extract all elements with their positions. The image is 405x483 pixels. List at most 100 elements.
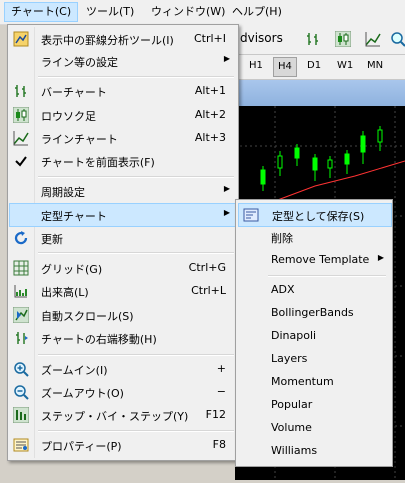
menu-separator <box>38 430 234 432</box>
save-template-icon <box>243 208 259 222</box>
period-w1[interactable]: W1 <box>333 57 357 75</box>
menu-item-line-settings[interactable]: ライン等の設定 ▶ <box>10 50 236 72</box>
toolbar: dvisors <box>235 24 405 55</box>
submenu-item-volume[interactable]: Volume <box>238 417 390 439</box>
shortcut-label: + <box>216 362 226 375</box>
submenu-item-williams[interactable]: Williams <box>238 440 390 462</box>
period-d1[interactable]: D1 <box>303 57 325 75</box>
submenu-item-dinapoli[interactable]: Dinapoli <box>238 325 390 347</box>
menu-separator <box>38 76 234 78</box>
zoom-in-icon[interactable] <box>390 31 405 47</box>
menu-item-bar-chart[interactable]: バーチャート Alt+1 <box>10 80 236 102</box>
menu-item-label: 出来高(L) <box>41 286 89 299</box>
menu-item-step-by-step[interactable]: ステップ・バイ・ステップ(Y) F12 <box>10 404 236 426</box>
menu-item-label: Williams <box>271 444 318 457</box>
menu-item-line-chart[interactable]: ラインチャート Alt+3 <box>10 127 236 149</box>
menu-item-label: Momentum <box>271 375 334 388</box>
menu-item-label: ライン等の設定 <box>41 56 118 69</box>
menu-item-label: 削除 <box>271 232 293 245</box>
expert-advisors-button[interactable]: dvisors <box>240 31 283 45</box>
submenu-item-bollinger-bands[interactable]: BollingerBands <box>238 302 390 324</box>
menu-item-label: 定型チャート <box>41 210 107 223</box>
menu-window[interactable]: ウィンドウ(W) <box>145 3 231 21</box>
menu-item-label: バーチャート <box>41 86 107 99</box>
submenu-item-popular[interactable]: Popular <box>238 394 390 416</box>
step-icon <box>13 407 29 423</box>
candlestick-icon[interactable] <box>335 31 351 47</box>
menu-item-label: ADX <box>271 283 295 296</box>
menu-item-label: 更新 <box>41 233 63 246</box>
chart-window-titlebar <box>235 80 405 107</box>
menu-item-periodicity[interactable]: 周期設定 ▶ <box>10 180 236 202</box>
submenu-item-momentum[interactable]: Momentum <box>238 371 390 393</box>
shortcut-label: Alt+2 <box>194 108 226 121</box>
menu-separator <box>38 176 234 178</box>
submenu-item-remove-template[interactable]: Remove Template ▶ <box>238 249 390 271</box>
refresh-icon <box>14 231 28 245</box>
zoom-out-icon <box>14 385 29 400</box>
menu-item-grid[interactable]: グリッド(G) Ctrl+G <box>10 257 236 279</box>
menu-item-label: チャートの右端移動(H) <box>41 333 157 346</box>
menu-item-chart-shift[interactable]: チャートの右端移動(H) <box>10 327 236 349</box>
menu-item-auto-scroll[interactable]: 自動スクロール(S) <box>10 304 236 326</box>
menu-item-objects-list[interactable]: 表示中の罫線分析ツール(I) Ctrl+I <box>10 28 236 50</box>
shortcut-label: Alt+1 <box>194 84 226 97</box>
candlestick-icon <box>13 107 29 123</box>
menu-item-label: チャートを前面表示(F) <box>41 156 155 169</box>
menu-item-label: プロパティー(P) <box>41 440 122 453</box>
auto-scroll-icon <box>13 307 29 323</box>
menu-chart[interactable]: チャート(C) <box>4 2 79 22</box>
template-submenu: 定型として保存(S) 削除 Remove Template ▶ ADX Boll… <box>235 199 393 467</box>
shortcut-label: Ctrl+L <box>191 284 226 297</box>
bar-chart-icon <box>15 85 26 97</box>
period-mn[interactable]: MN <box>363 57 387 75</box>
submenu-item-adx[interactable]: ADX <box>238 279 390 301</box>
menu-item-label: Remove Template <box>271 253 370 266</box>
shortcut-label: F12 <box>205 408 226 421</box>
volume-icon <box>14 285 27 298</box>
line-chart-icon[interactable] <box>365 31 381 47</box>
grid-icon <box>13 260 29 276</box>
period-h4[interactable]: H4 <box>273 57 297 77</box>
chart-shift-icon <box>16 332 28 344</box>
menu-help[interactable]: ヘルプ(H) <box>226 3 288 21</box>
properties-icon <box>13 438 29 452</box>
menu-item-label: ロウソク足 <box>41 110 96 123</box>
period-h1[interactable]: H1 <box>245 57 267 75</box>
chart-menu-dropdown: 表示中の罫線分析ツール(I) Ctrl+I ライン等の設定 ▶ バーチャート A… <box>7 24 239 461</box>
menu-item-label: ステップ・バイ・ステップ(Y) <box>41 410 189 423</box>
menu-item-label: 自動スクロール(S) <box>41 310 134 323</box>
menu-item-label: Popular <box>271 398 313 411</box>
menu-item-label: ズームイン(I) <box>41 364 108 377</box>
menu-item-label: 定型として保存(S) <box>272 210 365 223</box>
submenu-item-save-template[interactable]: 定型として保存(S) <box>238 203 392 227</box>
shortcut-label: − <box>216 385 226 398</box>
menu-item-label: グリッド(G) <box>41 263 103 276</box>
menu-item-label: Volume <box>271 421 312 434</box>
submenu-item-delete[interactable]: 削除 <box>238 226 390 248</box>
submenu-item-layers[interactable]: Layers <box>238 348 390 370</box>
shortcut-label: Alt+3 <box>194 131 226 144</box>
menu-item-template[interactable]: 定型チャート ▶ <box>9 203 237 227</box>
checkmark-icon <box>15 156 27 167</box>
menu-item-candlestick[interactable]: ロウソク足 Alt+2 <box>10 104 236 126</box>
submenu-arrow-icon: ▶ <box>223 184 230 193</box>
menu-item-volumes[interactable]: 出来高(L) Ctrl+L <box>10 280 236 302</box>
menu-item-properties[interactable]: プロパティー(P) F8 <box>10 434 236 456</box>
objects-list-icon <box>13 31 29 47</box>
menu-item-label: 表示中の罫線分析ツール(I) <box>41 34 174 47</box>
line-chart-icon <box>13 131 29 146</box>
menu-item-zoom-in[interactable]: ズームイン(I) + <box>10 358 236 380</box>
shortcut-label: Ctrl+I <box>193 32 226 45</box>
menu-item-label: 周期設定 <box>41 186 85 199</box>
menu-item-label: ラインチャート <box>41 133 118 146</box>
submenu-arrow-icon: ▶ <box>223 208 230 217</box>
menu-item-refresh[interactable]: 更新 <box>10 227 236 249</box>
menu-item-chart-foreground[interactable]: チャートを前面表示(F) <box>10 150 236 172</box>
shortcut-label: F8 <box>212 438 226 451</box>
shortcut-label: Ctrl+G <box>188 261 226 274</box>
menu-item-zoom-out[interactable]: ズームアウト(O) − <box>10 381 236 403</box>
menu-tools[interactable]: ツール(T) <box>80 3 140 21</box>
bar-chart-icon[interactable] <box>305 31 321 47</box>
submenu-arrow-icon: ▶ <box>223 54 230 63</box>
